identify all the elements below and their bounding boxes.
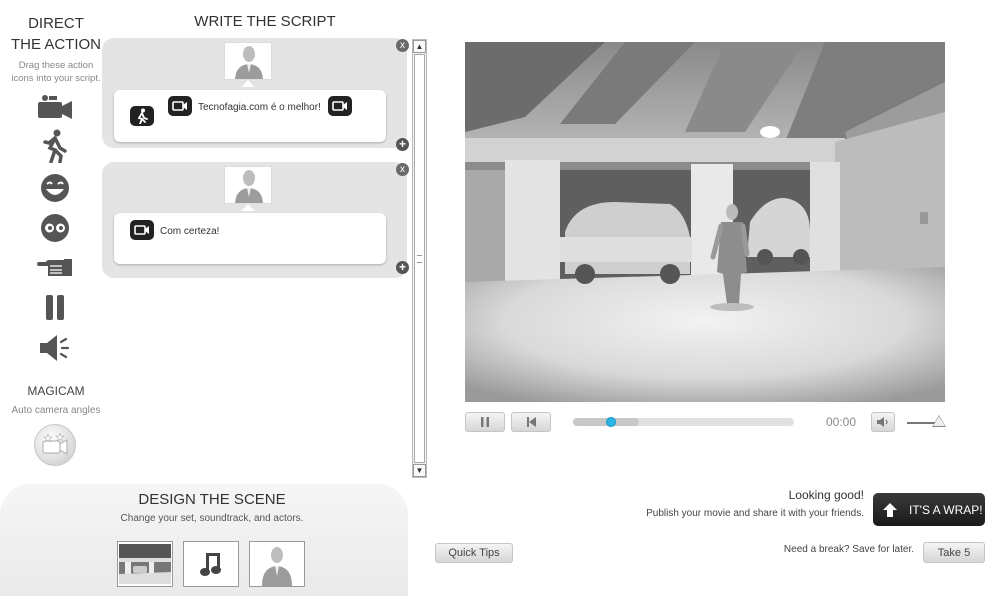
- magicam-title: MAGICAM: [27, 384, 85, 398]
- garage-scene: [465, 42, 945, 402]
- camera-action-chip[interactable]: [130, 220, 154, 240]
- walk-icon: [137, 108, 148, 124]
- camera-action-chip[interactable]: [168, 96, 192, 116]
- pause-button[interactable]: [465, 412, 505, 432]
- write-the-script-title: WRITE THE SCRIPT: [194, 13, 336, 30]
- script-line-card[interactable]: Tecnofagia.com é o melhor! x +: [102, 38, 409, 151]
- quick-tips-button[interactable]: Quick Tips: [435, 543, 513, 563]
- script-scrollbar[interactable]: ▲ ▼: [412, 39, 427, 478]
- scroll-up-arrow[interactable]: ▲: [413, 40, 426, 53]
- garage-set-thumbnail: [119, 544, 171, 584]
- time-display: 00:00: [826, 415, 857, 429]
- dialogue-text[interactable]: Com certeza!: [160, 226, 219, 237]
- pause-icon: [481, 417, 489, 427]
- direct-the-action-subtitle: Drag these action icons into your script…: [6, 59, 106, 85]
- actor-avatar: [235, 46, 263, 79]
- progress-knob[interactable]: [606, 417, 616, 427]
- design-the-scene-subtitle: Change your set, soundtrack, and actors.: [120, 513, 304, 524]
- script-line-box[interactable]: Tecnofagia.com é o melhor!: [114, 90, 386, 142]
- soundtrack-selector-button[interactable]: [183, 541, 239, 587]
- thumbnail-pointer: [242, 204, 254, 211]
- scroll-down-arrow[interactable]: ▼: [413, 464, 426, 477]
- eyes-icon[interactable]: [34, 211, 76, 245]
- music-note-icon: [200, 553, 221, 576]
- speaker-icon[interactable]: [34, 331, 76, 365]
- take-5-button[interactable]: Take 5: [923, 542, 985, 563]
- add-line-button[interactable]: +: [396, 138, 409, 151]
- actor-selector-button[interactable]: [249, 541, 305, 587]
- magicam-camera-icon: [42, 433, 68, 455]
- scroll-thumb[interactable]: [414, 54, 425, 463]
- direct-subtitle-line2: icons into your script.: [11, 73, 101, 84]
- actor-thumbnail[interactable]: [224, 166, 272, 204]
- direct-title-line1: DIRECT: [28, 15, 84, 32]
- looking-good-text: Looking good!: [788, 488, 864, 502]
- point-hand-icon[interactable]: [34, 250, 76, 284]
- dialogue-text[interactable]: Tecnofagia.com é o melhor!: [198, 102, 321, 113]
- thumbnail-pointer: [242, 80, 254, 87]
- happy-face-icon[interactable]: [34, 171, 76, 205]
- script-line-box[interactable]: Com certeza!: [114, 213, 386, 264]
- script-line-card[interactable]: Com certeza! x +: [102, 162, 409, 278]
- script-panel: Tecnofagia.com é o melhor! x + Com certe…: [100, 38, 412, 478]
- magicam-subtitle: Auto camera angles: [11, 405, 101, 416]
- camera-icon: [134, 225, 149, 235]
- magicam-button[interactable]: [34, 424, 76, 466]
- direct-title-line2: THE ACTION: [10, 36, 101, 53]
- scroll-grip: [417, 255, 422, 263]
- camera-icon: [332, 101, 347, 111]
- actor-avatar: [235, 170, 263, 203]
- progress-bar[interactable]: [573, 417, 794, 427]
- pause-icon[interactable]: [34, 290, 76, 324]
- design-the-scene-title: DESIGN THE SCENE: [138, 491, 286, 508]
- direct-the-action-title: DIRECT THE ACTION: [8, 13, 104, 55]
- camera-icon: [172, 101, 187, 111]
- video-preview[interactable]: [465, 42, 945, 402]
- direct-subtitle-line1: Drag these action: [18, 60, 94, 71]
- volume-icon: [877, 417, 888, 427]
- upload-arrow-icon: [883, 502, 897, 517]
- its-a-wrap-button[interactable]: IT'S A WRAP!: [873, 493, 985, 526]
- need-a-break-text: Need a break? Save for later.: [783, 544, 914, 555]
- walk-action-chip[interactable]: [130, 106, 154, 126]
- skip-back-icon: [527, 417, 536, 427]
- actor-avatar: [262, 547, 292, 586]
- walk-icon[interactable]: [34, 129, 76, 163]
- camera-action-chip[interactable]: [328, 96, 352, 116]
- set-selector-button[interactable]: [117, 541, 173, 587]
- camera-icon[interactable]: [34, 91, 76, 125]
- volume-button[interactable]: [871, 412, 895, 432]
- delete-line-button[interactable]: x: [396, 39, 409, 52]
- add-line-button[interactable]: +: [396, 261, 409, 274]
- publish-text: Publish your movie and share it with you…: [646, 508, 864, 519]
- rewind-button[interactable]: [511, 412, 551, 432]
- its-a-wrap-label: IT'S A WRAP!: [909, 502, 983, 517]
- volume-knob[interactable]: [933, 416, 945, 426]
- delete-line-button[interactable]: x: [396, 163, 409, 176]
- actor-thumbnail[interactable]: [224, 42, 272, 80]
